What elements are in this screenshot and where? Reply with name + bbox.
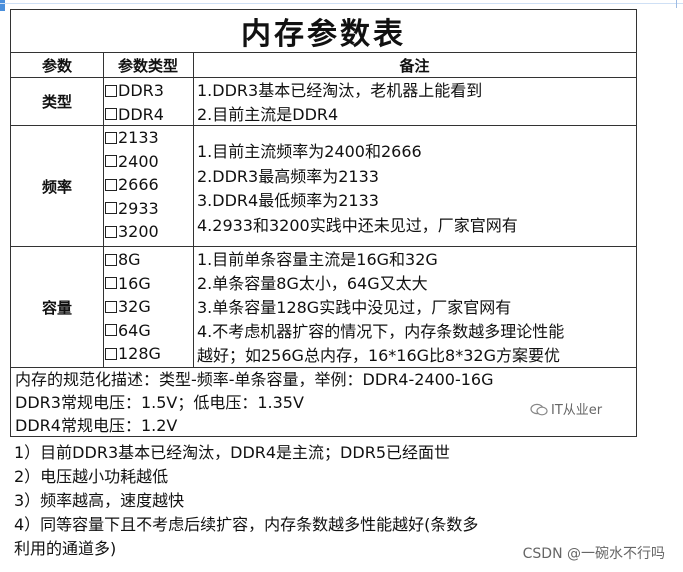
option-label: 2133 — [118, 128, 159, 147]
csdn-credit: CSDN @一碗水不行吗 — [522, 546, 665, 562]
row-label-type: 类型 — [41, 93, 72, 111]
checkbox-icon[interactable] — [105, 324, 117, 337]
window-corner-accent — [0, 0, 5, 11]
checkbox-option[interactable]: 8G — [105, 248, 193, 272]
option-label: DDR4 — [118, 104, 164, 124]
list-item: 1）目前DDR3基本已经淘汰，DDR4是主流；DDR5已经面世 — [14, 443, 450, 462]
memory-params-table: 内存参数表 参数 参数类型 备注 类型 DDR3 DDR4 1.DDR3基本已经… — [10, 9, 637, 437]
table-title: 内存参数表 — [11, 10, 636, 53]
row-divider — [11, 246, 636, 247]
capacity-options: 8G 16G 32G 64G 128G — [103, 248, 193, 367]
note-line: 1.目前主流频率为2400和2666 — [197, 142, 422, 161]
scroll-edge — [676, 0, 683, 8]
watermark: IT从业er — [530, 399, 602, 418]
checkbox-icon[interactable] — [105, 178, 117, 191]
header-param-type: 参数类型 — [103, 53, 193, 78]
checkbox-option[interactable]: DDR4 — [105, 103, 193, 127]
checkbox-icon[interactable] — [105, 108, 117, 121]
note-line: 3.DDR4最低频率为2133 — [197, 191, 379, 210]
list-item: 4）同等容量下且不考虑后续扩容，内存条数越多性能越好(条数多 — [14, 515, 479, 534]
wechat-icon — [530, 403, 548, 415]
option-label: 2933 — [118, 198, 159, 218]
top-border-line — [0, 3, 683, 4]
checkbox-icon[interactable] — [105, 347, 117, 360]
frequency-notes: 1.目前主流频率为2400和2666 2.DDR3最高频率为2133 3.DDR… — [193, 140, 636, 240]
note-line: 4.2933和3200实践中还未见过，厂家官网有 — [197, 215, 518, 235]
option-label: 2400 — [118, 151, 159, 171]
watermark-text: IT从业er — [551, 403, 603, 418]
type-options: DDR3 DDR4 — [103, 79, 193, 125]
note-line: 越好；如256G总内存，16*16G比8*32G方案要优 — [197, 346, 560, 365]
checkbox-icon[interactable] — [105, 155, 117, 168]
option-label: DDR3 — [118, 81, 164, 100]
checkbox-option[interactable]: 64G — [105, 319, 193, 343]
checkbox-option[interactable]: 32G — [105, 295, 193, 319]
frequency-options: 2133 2400 2666 2933 3200 — [103, 126, 193, 246]
option-label: 2666 — [118, 175, 159, 194]
checkbox-option[interactable]: 2933 — [105, 197, 193, 221]
checkbox-option[interactable]: 16G — [105, 272, 193, 296]
note-line: 2.单条容量8G太小，64G又太大 — [197, 274, 428, 293]
checkbox-option[interactable]: 3200 — [105, 220, 193, 244]
checkbox-icon[interactable] — [105, 202, 117, 215]
row-label-capacity: 容量 — [41, 298, 72, 317]
footer-line: 内存的规范化描述：类型-频率-单条容量，举例：DDR4-2400-16G — [15, 370, 494, 389]
note-line: 1.目前单条容量主流是16G和32G — [197, 250, 438, 269]
header-param: 参数 — [11, 53, 103, 78]
row-label-frequency: 频率 — [41, 177, 72, 196]
list-item: 3）频率越高，速度越快 — [14, 491, 185, 510]
checkbox-option[interactable]: 2133 — [105, 126, 193, 150]
option-label: 16G — [118, 273, 151, 293]
checkbox-icon[interactable] — [105, 225, 117, 238]
checkbox-option[interactable]: 128G — [105, 342, 193, 366]
list-item: 2）电压越小功耗越低 — [14, 467, 169, 486]
option-label: 3200 — [118, 222, 159, 241]
note-line: 4.不考虑机器扩容的情况下，内存条数越多理论性能 — [197, 322, 565, 341]
note-line: 2.目前主流是DDR4 — [197, 105, 339, 124]
note-line: 1.DDR3基本已经淘汰，老机器上能看到 — [197, 81, 483, 100]
option-label: 64G — [118, 320, 151, 340]
checkbox-icon[interactable] — [105, 253, 117, 266]
checkbox-icon[interactable] — [105, 131, 117, 144]
checkbox-option[interactable]: DDR3 — [105, 79, 193, 103]
note-line: 3.单条容量128G实践中没见过，厂家官网有 — [197, 298, 512, 317]
capacity-notes: 1.目前单条容量主流是16G和32G 2.单条容量8G太小，64G又太大 3.单… — [193, 248, 636, 367]
checkbox-option[interactable]: 2666 — [105, 173, 193, 197]
option-label: 32G — [118, 297, 151, 316]
checkbox-option[interactable]: 2400 — [105, 150, 193, 174]
type-notes: 1.DDR3基本已经淘汰，老机器上能看到 2.目前主流是DDR4 — [193, 79, 636, 125]
checkbox-icon[interactable] — [105, 277, 117, 290]
option-label: 128G — [118, 344, 161, 363]
option-label: 8G — [118, 250, 141, 269]
header-notes: 备注 — [193, 53, 636, 78]
checkbox-icon[interactable] — [105, 300, 117, 313]
note-line: 2.DDR3最高频率为2133 — [197, 166, 379, 186]
checkbox-icon[interactable] — [105, 84, 117, 97]
